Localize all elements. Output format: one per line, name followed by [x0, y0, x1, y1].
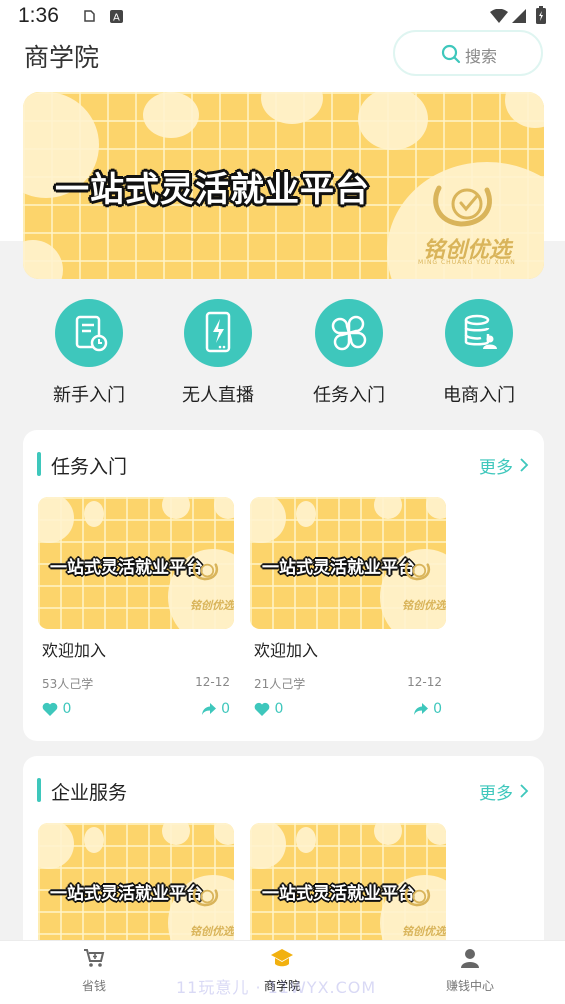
phone-lightning-icon: [184, 299, 252, 367]
heart-icon: [254, 702, 270, 716]
category-beginner[interactable]: 新手入门: [29, 299, 149, 407]
category-label: 无人直播: [182, 385, 254, 406]
nav-label: 省钱: [81, 979, 106, 993]
category-label: 新手入门: [53, 385, 125, 406]
brand-logo-icon: [404, 559, 432, 587]
notification-icon: [82, 8, 96, 27]
brand-logo-icon: [404, 885, 432, 913]
status-bar: 1:36 A: [0, 0, 565, 32]
category-label: 电商入门: [443, 385, 515, 406]
share-arrow-icon: [413, 703, 428, 715]
graduation-cap-icon: [270, 949, 294, 973]
thumb-logo-text: 铭创优选: [402, 925, 446, 938]
banner-headline: 一站式灵活就业平台: [55, 170, 370, 210]
course-learners: 21人己学: [254, 677, 306, 691]
nav-item-earning-center[interactable]: 赚钱中心: [410, 947, 530, 994]
section-accent-bar: [37, 452, 41, 476]
database-user-icon: [445, 299, 513, 367]
thumb-decor-circle: [84, 501, 104, 527]
category-ecommerce[interactable]: 电商入门: [419, 299, 539, 407]
cellular-signal-icon: [512, 8, 526, 27]
share-button[interactable]: 0: [413, 701, 442, 717]
share-count: 0: [433, 701, 442, 717]
share-arrow-icon: [201, 703, 216, 715]
course-title: 欢迎加入: [254, 641, 319, 660]
section-title: 任务入门: [51, 456, 128, 478]
promo-banner[interactable]: 一站式灵活就业平台 铭创优选 MING CHUANG YOU XUAN: [23, 92, 544, 279]
course-thumb-headline: 一站式灵活就业平台: [50, 558, 203, 578]
like-count: 0: [274, 701, 284, 717]
section-title: 企业服务: [51, 782, 128, 804]
course-thumb-headline: 一站式灵活就业平台: [262, 884, 415, 904]
search-icon: [441, 44, 461, 68]
more-link[interactable]: 更多: [479, 453, 513, 478]
clover-icon: [315, 299, 383, 367]
course-card[interactable]: 一站式灵活就业平台 铭创优选: [38, 823, 234, 955]
like-button[interactable]: 0: [42, 701, 71, 717]
chevron-right-icon[interactable]: [519, 783, 529, 803]
page-title: 商学院: [24, 43, 100, 72]
nav-label: 赚钱中心: [445, 979, 494, 993]
keyboard-a-icon: A: [110, 8, 123, 27]
share-count: 0: [221, 701, 230, 717]
course-learners: 53人己学: [42, 677, 94, 691]
course-thumbnail: 一站式灵活就业平台 铭创优选: [38, 497, 234, 629]
wifi-icon: [490, 8, 508, 27]
document-clock-icon: [55, 299, 123, 367]
user-icon: [459, 949, 481, 973]
category-label: 任务入门: [313, 385, 385, 406]
banner-logo-subtext: MING CHUANG YOU XUAN: [418, 259, 516, 266]
category-task[interactable]: 任务入门: [289, 299, 409, 407]
thumb-logo-text: 铭创优选: [402, 599, 446, 612]
course-thumb-headline: 一站式灵活就业平台: [50, 884, 203, 904]
course-title: 欢迎加入: [42, 641, 107, 660]
heart-icon: [42, 702, 58, 716]
nav-item-save-money[interactable]: 省钱: [34, 947, 154, 994]
watermark-text: 11玩意儿 · 11WYX.COM: [176, 978, 377, 997]
battery-icon: [536, 6, 546, 28]
banner-decor-circle: [143, 92, 199, 138]
course-thumb-headline: 一站式灵活就业平台: [262, 558, 415, 578]
course-thumbnail: 一站式灵活就业平台 铭创优选: [250, 823, 446, 955]
section-task-entry: 任务入门 更多 一站式灵活就业平台 铭创优选 欢迎加入 53人己学 12-12 …: [23, 430, 544, 741]
status-time: 1:36: [18, 4, 59, 27]
course-date: 12-12: [195, 675, 230, 689]
course-card[interactable]: 一站式灵活就业平台 铭创优选 欢迎加入 53人己学 12-12 0 0: [38, 497, 234, 717]
search-placeholder: 搜索: [465, 47, 498, 66]
course-card[interactable]: 一站式灵活就业平台 铭创优选: [250, 823, 446, 955]
course-card[interactable]: 一站式灵活就业平台 铭创优选 欢迎加入 21人己学 12-12 0 0: [250, 497, 446, 717]
like-button[interactable]: 0: [254, 701, 283, 717]
section-accent-bar: [37, 778, 41, 802]
thumb-decor-circle: [296, 501, 316, 527]
cart-icon: [83, 949, 105, 973]
brand-logo-icon: [192, 559, 220, 587]
like-count: 0: [62, 701, 72, 717]
thumb-logo-text: 铭创优选: [190, 925, 234, 938]
brand-logo-icon: [192, 885, 220, 913]
course-thumbnail: 一站式灵活就业平台 铭创优选: [38, 823, 234, 955]
thumb-decor-circle: [296, 827, 316, 853]
course-thumbnail: 一站式灵活就业平台 铭创优选: [250, 497, 446, 629]
thumb-decor-circle: [84, 827, 104, 853]
category-live-stream[interactable]: 无人直播: [158, 299, 278, 407]
svg-text:A: A: [113, 13, 120, 24]
thumb-logo-text: 铭创优选: [190, 599, 234, 612]
search-input[interactable]: 搜索: [393, 30, 543, 76]
course-date: 12-12: [407, 675, 442, 689]
more-link[interactable]: 更多: [479, 779, 513, 804]
share-button[interactable]: 0: [201, 701, 230, 717]
brand-logo-icon: [431, 180, 497, 234]
chevron-right-icon[interactable]: [519, 457, 529, 477]
